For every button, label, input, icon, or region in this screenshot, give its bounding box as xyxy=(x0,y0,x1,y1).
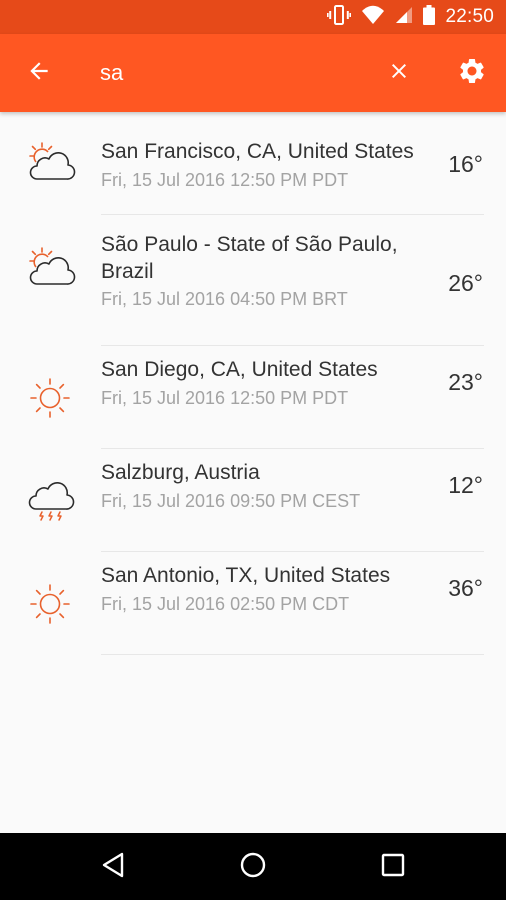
city-name: San Antonio, TX, United States xyxy=(101,564,391,587)
status-time: 22:50 xyxy=(445,6,494,27)
navigation-bar xyxy=(0,833,506,900)
local-datetime: Fri, 15 Jul 2016 02:50 PM CDT xyxy=(101,594,350,614)
wifi-icon xyxy=(361,5,385,30)
temperature: 23° xyxy=(448,369,483,395)
close-icon xyxy=(387,59,411,88)
sun-icon xyxy=(26,582,76,626)
back-button[interactable] xyxy=(17,51,61,95)
city-name: San Diego, CA, United States xyxy=(101,358,378,381)
search-toolbar xyxy=(0,34,506,112)
local-datetime: Fri, 15 Jul 2016 09:50 PM CEST xyxy=(101,491,361,511)
search-results-list: San Francisco, CA, United States Fri, 15… xyxy=(0,112,506,655)
nav-back-button[interactable] xyxy=(91,845,135,889)
nav-recents-icon xyxy=(380,852,406,883)
city-name: São Paulo - State of São Paulo, Brazil xyxy=(101,233,398,283)
nav-home-icon xyxy=(239,851,267,884)
result-row[interactable]: San Diego, CA, United States Fri, 15 Jul… xyxy=(0,346,506,449)
city-name: San Francisco, CA, United States xyxy=(101,140,414,163)
temperature: 16° xyxy=(448,151,483,177)
signal-icon xyxy=(395,6,413,29)
battery-icon xyxy=(423,4,436,30)
city-name: Salzburg, Austria xyxy=(101,461,260,484)
result-row[interactable]: San Francisco, CA, United States Fri, 15… xyxy=(0,112,506,215)
arrow-back-icon xyxy=(26,58,52,89)
result-row[interactable]: San Antonio, TX, United States Fri, 15 J… xyxy=(0,552,506,655)
local-datetime: Fri, 15 Jul 2016 12:50 PM PDT xyxy=(101,388,349,408)
search-input[interactable] xyxy=(100,56,370,90)
result-row[interactable]: Salzburg, Austria Fri, 15 Jul 2016 09:50… xyxy=(0,449,506,552)
temperature: 36° xyxy=(448,575,483,601)
partly-cloudy-icon xyxy=(26,140,76,184)
vibrate-icon xyxy=(327,4,352,31)
temperature: 26° xyxy=(448,270,483,296)
status-bar: 22:50 xyxy=(0,0,506,34)
result-row[interactable]: São Paulo - State of São Paulo, Brazil F… xyxy=(0,215,506,346)
temperature: 12° xyxy=(448,472,483,498)
nav-back-icon xyxy=(100,851,126,884)
gear-icon xyxy=(457,56,487,91)
nav-home-button[interactable] xyxy=(231,845,275,889)
status-icons: 22:50 xyxy=(327,4,494,31)
local-datetime: Fri, 15 Jul 2016 04:50 PM BRT xyxy=(101,289,348,309)
nav-recents-button[interactable] xyxy=(371,845,415,889)
local-datetime: Fri, 15 Jul 2016 12:50 PM PDT xyxy=(101,170,349,190)
sun-icon xyxy=(26,376,76,420)
partly-cloudy-icon xyxy=(26,245,76,289)
thunderstorm-icon xyxy=(26,479,76,523)
clear-search-button[interactable] xyxy=(377,51,421,95)
divider xyxy=(101,654,484,655)
settings-button[interactable] xyxy=(450,51,494,95)
